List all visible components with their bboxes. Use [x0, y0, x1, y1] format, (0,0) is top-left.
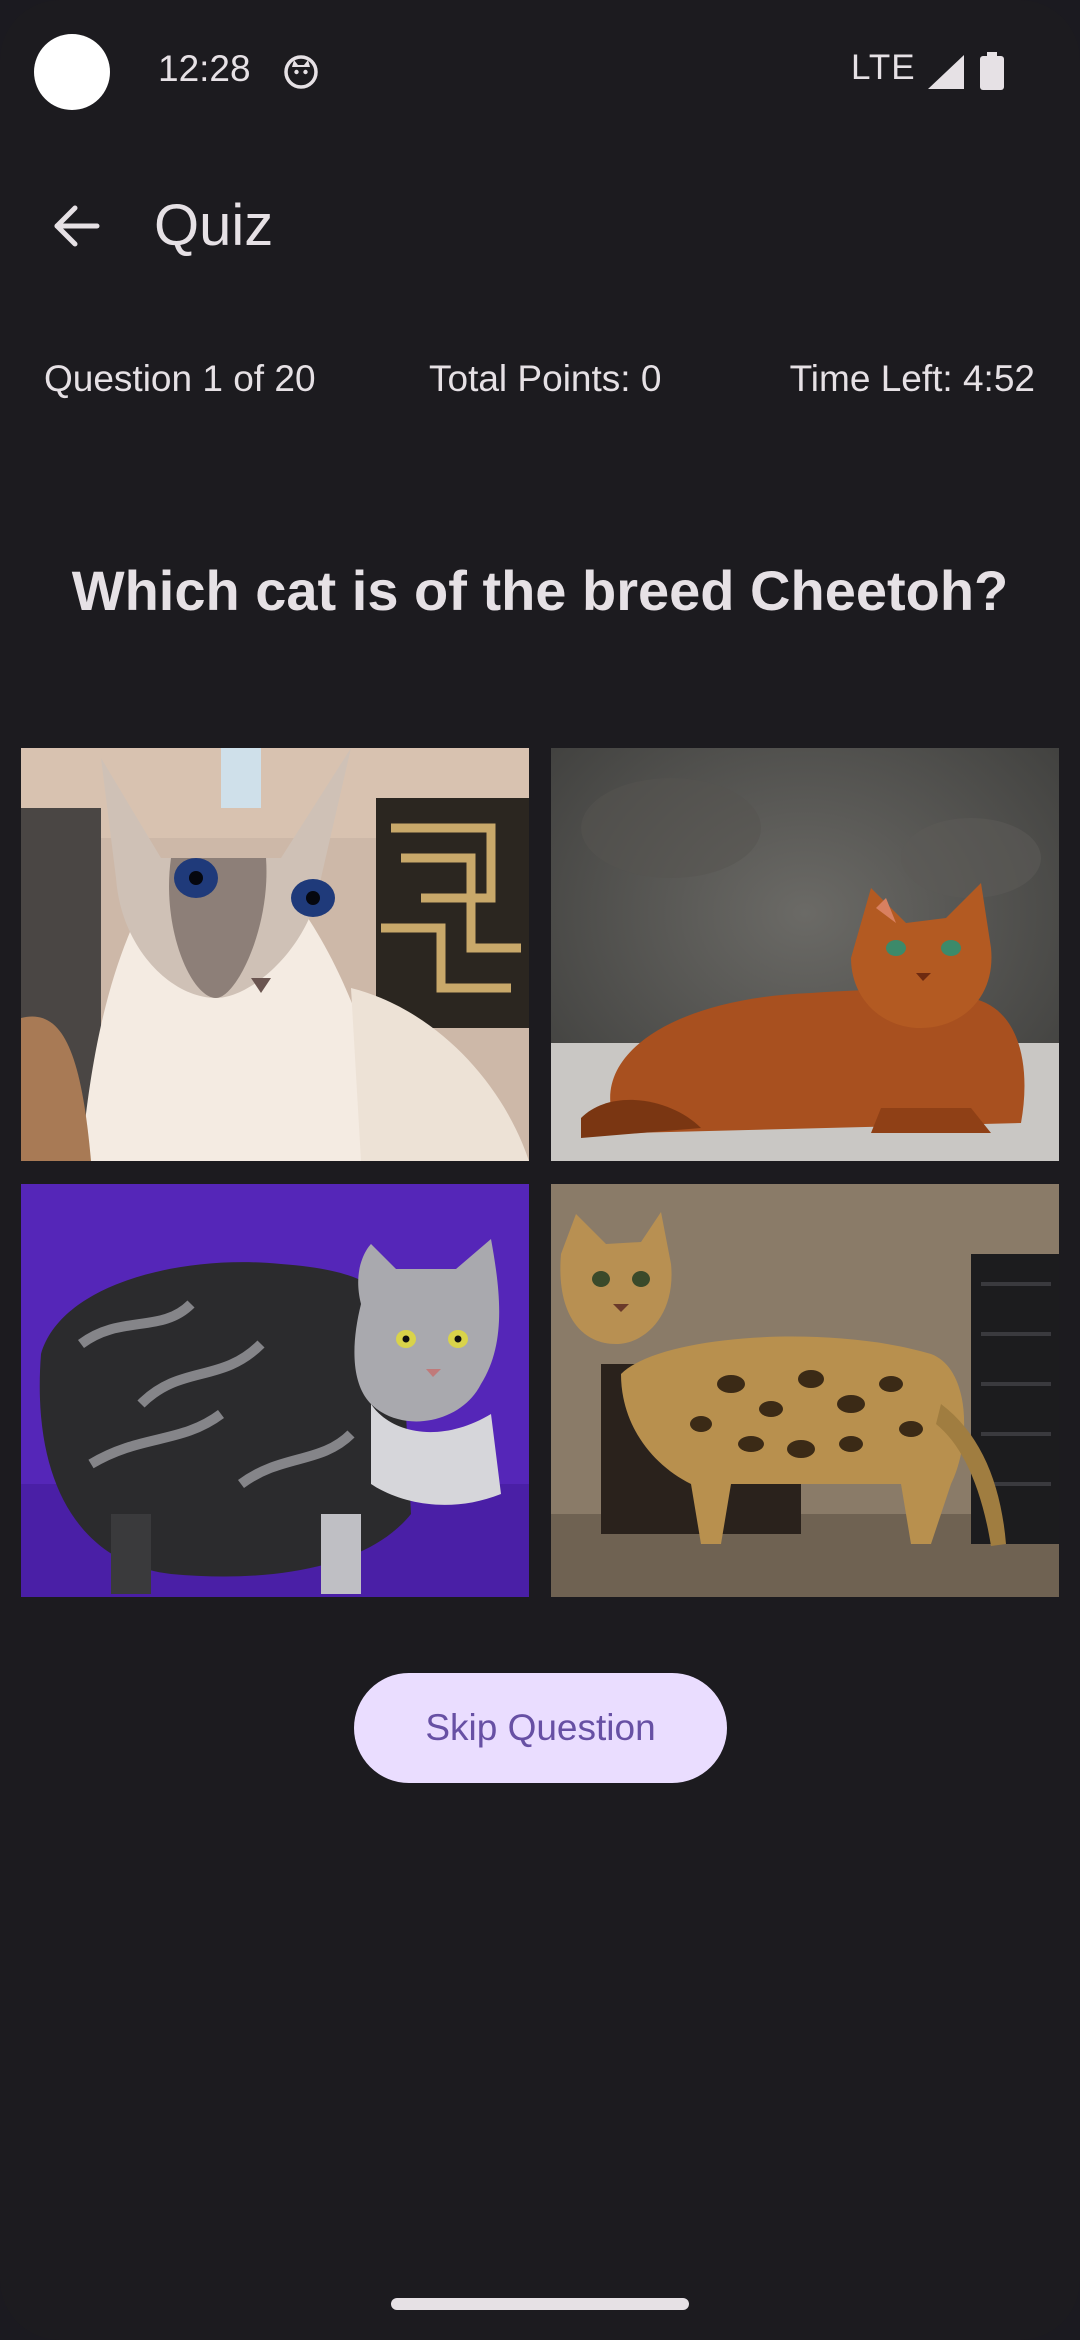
- question-progress: Question 1 of 20: [44, 358, 316, 399]
- top-app-bar: Quiz: [0, 170, 1080, 280]
- skip-question-button[interactable]: Skip Question: [354, 1673, 727, 1783]
- signal-icon: [928, 55, 964, 89]
- quiz-info-row: Question 1 of 20 Total Points: 0 Time Le…: [0, 358, 1080, 408]
- time-left: Time Left: 4:52: [789, 358, 1035, 399]
- balinese-cat-image: [21, 748, 529, 1161]
- bengal-cat-image: [551, 1184, 1059, 1597]
- back-button[interactable]: [40, 190, 112, 262]
- network-type: LTE: [851, 48, 916, 87]
- gesture-nav-bar[interactable]: [391, 2298, 689, 2310]
- answer-option-1[interactable]: [21, 748, 529, 1161]
- page-title: Quiz: [154, 193, 274, 258]
- cat-app-icon: [284, 55, 318, 89]
- silver-tabby-cat-image: [21, 1184, 529, 1597]
- quiz-screen: 12:28 LTE Quiz Question 1 of 20 Total Po…: [0, 0, 1080, 2340]
- answer-option-3[interactable]: [21, 1184, 529, 1597]
- answer-option-2[interactable]: [551, 748, 1059, 1161]
- status-bar: 12:28 LTE: [0, 0, 1080, 140]
- answer-option-4[interactable]: [551, 1184, 1059, 1597]
- arrow-back-icon: [54, 205, 100, 247]
- somali-cat-image: [551, 748, 1059, 1161]
- question-text: Which cat is of the breed Cheetoh?: [71, 559, 1009, 622]
- camera-cutout: [34, 34, 110, 110]
- status-time: 12:28: [158, 48, 251, 89]
- battery-icon: [980, 52, 1004, 90]
- total-points: Total Points: 0: [429, 358, 662, 399]
